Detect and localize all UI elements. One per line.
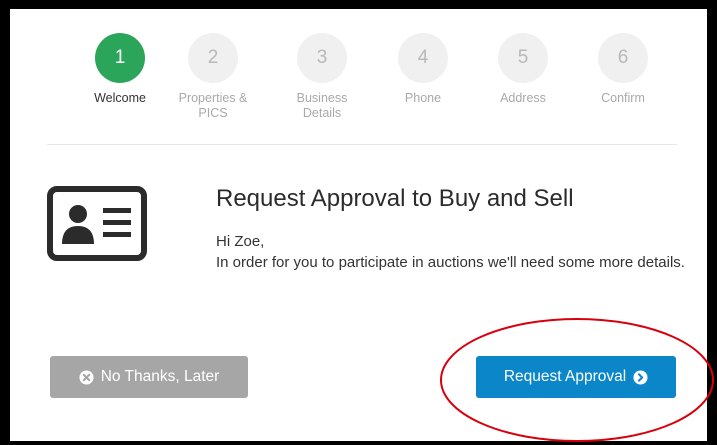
step-number: 2 <box>188 33 238 83</box>
step-number: 6 <box>598 33 648 83</box>
step-label: Business Details <box>296 91 348 120</box>
id-card-icon <box>47 186 147 261</box>
steps-divider <box>47 144 677 145</box>
chevron-right-circle-icon <box>633 369 648 385</box>
message-text: In order for you to participate in aucti… <box>216 254 685 271</box>
step-label: Confirm <box>601 91 645 105</box>
step-label: Properties & PICS <box>178 91 248 120</box>
step-address[interactable]: 5 Address <box>473 33 573 106</box>
approval-dialog: 1 Welcome 2 Properties & PICS 3 Business… <box>10 9 714 442</box>
step-welcome[interactable]: 1 Welcome <box>70 33 170 106</box>
greeting-text: Hi Zoe, <box>216 233 265 250</box>
step-number: 4 <box>398 33 448 83</box>
step-business-details[interactable]: 3 Business Details <box>272 33 372 121</box>
step-phone[interactable]: 4 Phone <box>373 33 473 106</box>
step-number: 1 <box>95 33 145 83</box>
step-number: 5 <box>498 33 548 83</box>
dialog-title: Request Approval to Buy and Sell <box>216 185 574 212</box>
approve-button-label: Request Approval <box>503 368 627 385</box>
later-button-label: No Thanks, Later <box>100 368 220 385</box>
step-label: Address <box>500 91 546 105</box>
request-approval-button[interactable]: Request Approval <box>476 356 676 398</box>
close-circle-icon <box>79 369 94 385</box>
step-label: Welcome <box>94 91 146 105</box>
no-thanks-later-button[interactable]: No Thanks, Later <box>50 356 248 398</box>
step-confirm[interactable]: 6 Confirm <box>573 33 673 106</box>
step-properties-pics[interactable]: 2 Properties & PICS <box>163 33 263 121</box>
step-number: 3 <box>297 33 347 83</box>
step-label: Phone <box>404 91 442 105</box>
